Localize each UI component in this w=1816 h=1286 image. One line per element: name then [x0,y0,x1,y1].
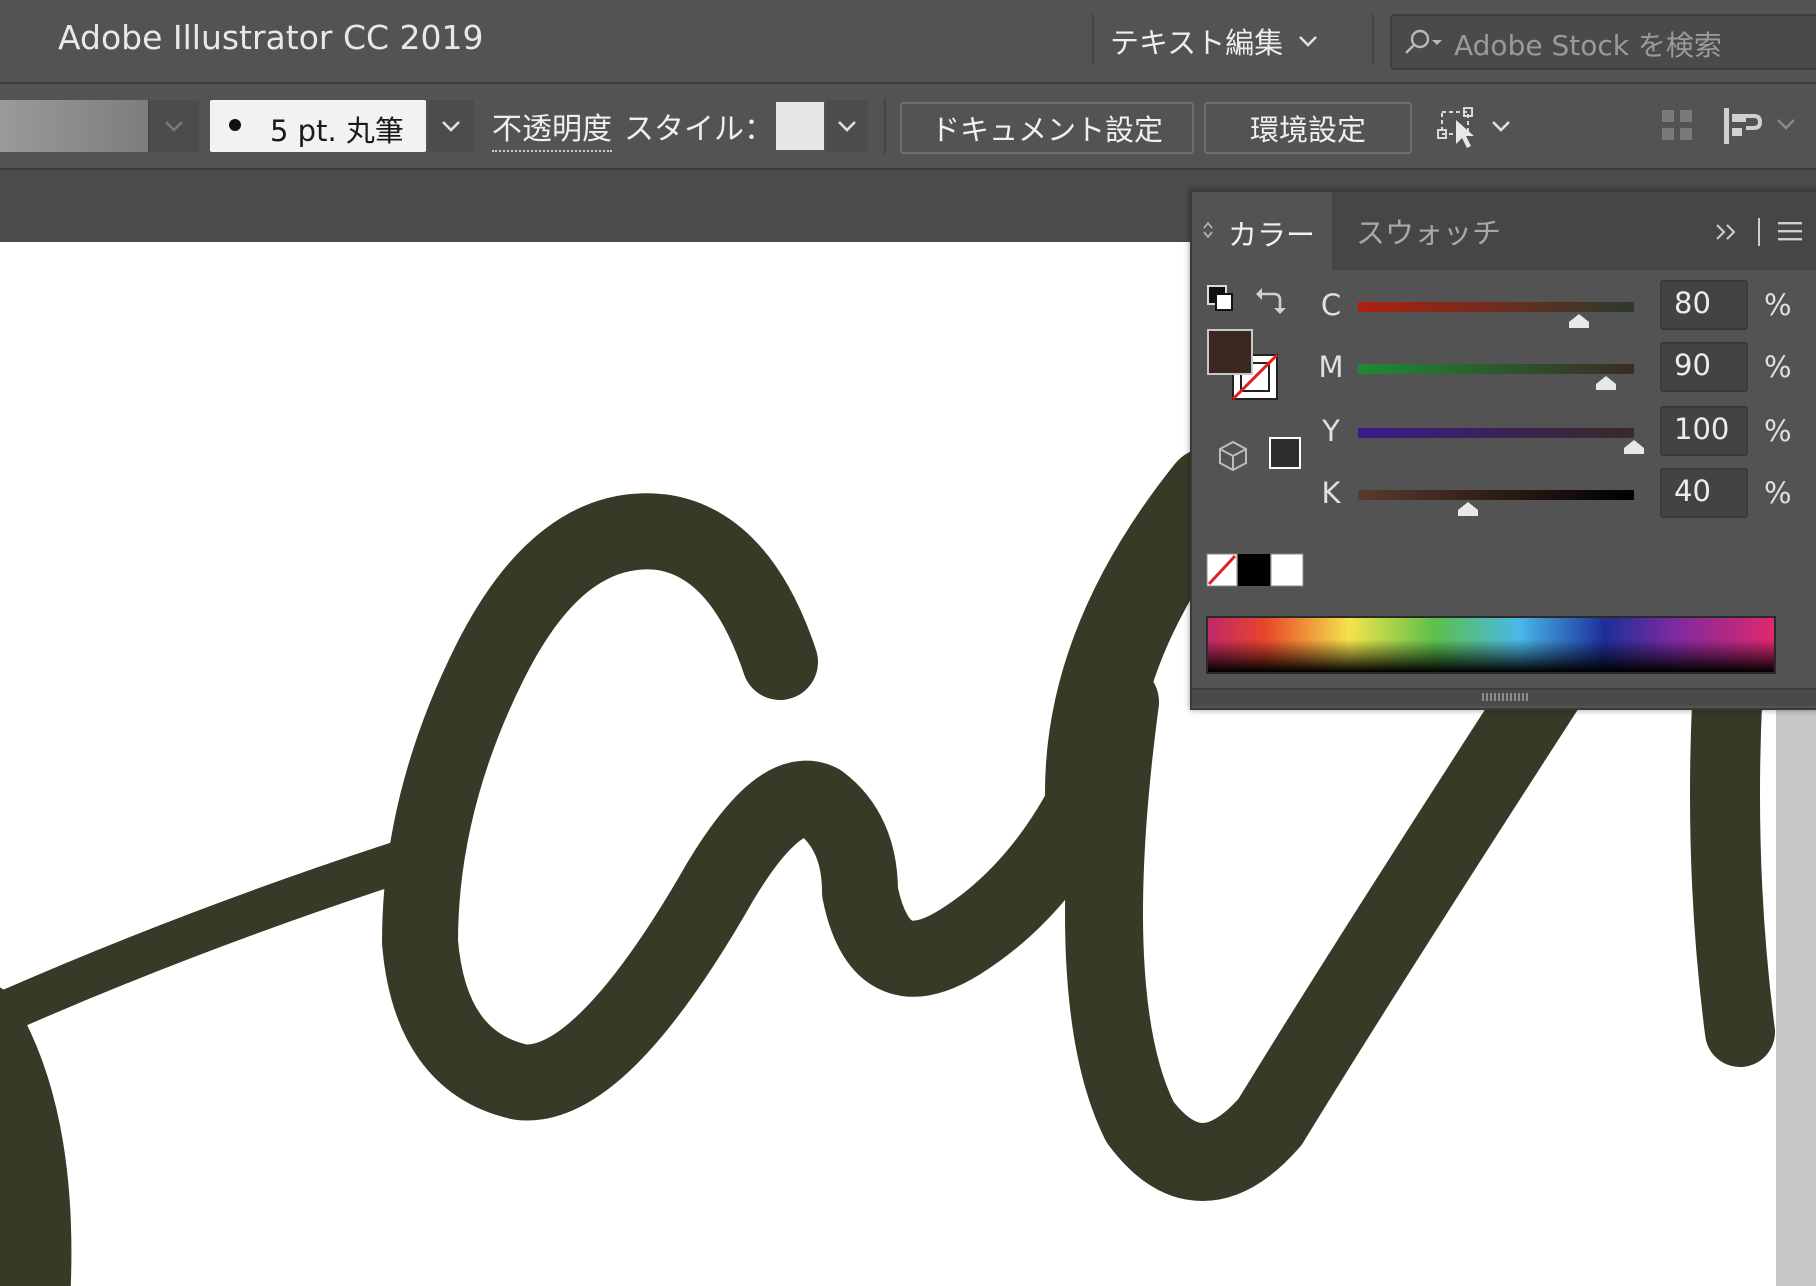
slider-letter: C [1320,288,1342,322]
slider-letter: M [1318,350,1344,384]
divider [884,98,886,154]
black-value-field[interactable]: 40 [1660,468,1748,518]
stock-search-field[interactable]: Adobe Stock を検索 [1390,14,1816,70]
slider-knob[interactable] [1596,376,1617,390]
tab-swatches[interactable]: スウォッチ [1356,210,1501,252]
out-of-web-gamut-icon[interactable] [1218,440,1248,472]
document-setup-button[interactable]: ドキュメント設定 [900,102,1194,154]
tab-color-label: カラー [1228,218,1316,252]
chevron-down-icon [1492,121,1510,132]
slider-row-yellow: Y 100 % [1316,404,1816,464]
search-icon [1405,29,1442,54]
fill-stroke-swatch[interactable] [1206,328,1282,404]
swap-fill-stroke-icon[interactable] [1254,284,1286,316]
nearest-color-swatch[interactable] [1268,436,1302,470]
black-slider-track[interactable] [1358,490,1634,500]
select-transform-icon [1437,107,1474,148]
percent-unit: % [1764,350,1792,384]
app-title: Adobe Illustrator CC 2019 [58,18,484,57]
arrange-grid-icon[interactable] [1660,108,1694,142]
align-panel-icon[interactable] [1720,106,1800,146]
chevron-down-icon [838,121,856,132]
panel-menu-icon[interactable] [1776,220,1804,242]
style-label: スタイル： [624,112,774,147]
yellow-value: 100 [1674,412,1730,446]
slider-letter: Y [1322,414,1340,448]
cyan-value: 80 [1674,286,1711,320]
slider-knob[interactable] [1624,440,1644,454]
control-bar: 5 pt. 丸筆 不透明度 スタイル： ドキュメント設定 環境設定 [0,84,1816,170]
graphic-style-swatch[interactable] [776,102,824,150]
chevron-down-icon [1299,36,1318,47]
yellow-value-field[interactable]: 100 [1660,406,1748,456]
magenta-value: 90 [1674,348,1711,382]
yellow-slider-track[interactable] [1358,428,1634,438]
transform-options-button[interactable] [1434,102,1514,150]
divider [1092,14,1094,64]
magenta-value-field[interactable]: 90 [1660,342,1748,392]
stock-search-placeholder: Adobe Stock を検索 [1454,29,1722,62]
percent-unit: % [1764,476,1792,510]
none-swatch[interactable] [1206,553,1238,587]
black-value: 40 [1674,474,1711,508]
divider [1372,14,1374,64]
chevron-down-icon [165,121,183,132]
tab-color[interactable]: カラー [1192,192,1332,270]
slider-knob[interactable] [1568,314,1589,328]
style-dropdown[interactable] [826,100,868,152]
black-swatch[interactable] [1238,554,1270,586]
brush-dot-icon [229,119,241,131]
brush-label: 5 pt. 丸筆 [270,114,404,148]
opacity-link[interactable]: 不透明度 [492,104,612,152]
slider-letter: K [1321,476,1341,510]
panel-tab-bar: カラー スウォッチ [1192,192,1816,270]
brush-dropdown[interactable] [428,100,474,152]
workspace-label: テキスト編集 [1110,26,1284,60]
collapse-panel-icon[interactable] [1714,222,1740,242]
magenta-slider-track[interactable] [1358,364,1634,374]
workspace-switcher[interactable]: テキスト編集 [1110,16,1319,66]
slider-row-cyan: C 80 % [1316,278,1816,338]
percent-unit: % [1764,288,1792,322]
brush-definition-field[interactable]: 5 pt. 丸筆 [210,100,426,152]
default-fill-stroke-icon[interactable] [1206,284,1236,314]
preferences-button[interactable]: 環境設定 [1204,102,1412,154]
panel-resize-grip[interactable] [1192,688,1816,706]
expand-collapse-icon [1203,221,1213,239]
white-swatch[interactable] [1270,553,1304,587]
cyan-slider-track[interactable] [1358,302,1634,312]
chevron-down-icon [442,121,460,132]
color-panel: カラー スウォッチ C 80 % M 90 % Y 100 % K 40 % [1190,190,1816,710]
slider-knob[interactable] [1458,502,1479,516]
percent-unit: % [1764,414,1792,448]
title-bar: Adobe Illustrator CC 2019 テキスト編集 Adobe S… [0,0,1816,84]
divider [1758,218,1760,246]
slider-row-black: K 40 % [1316,466,1816,526]
quick-swatches [1206,553,1304,587]
cyan-value-field[interactable]: 80 [1660,280,1748,330]
grip-lines [1482,693,1530,701]
color-spectrum-bar[interactable] [1206,616,1776,674]
stroke-swatch-dropdown[interactable] [148,100,199,152]
slider-row-magenta: M 90 % [1316,340,1816,400]
stroke-color-swatch[interactable] [0,100,148,152]
